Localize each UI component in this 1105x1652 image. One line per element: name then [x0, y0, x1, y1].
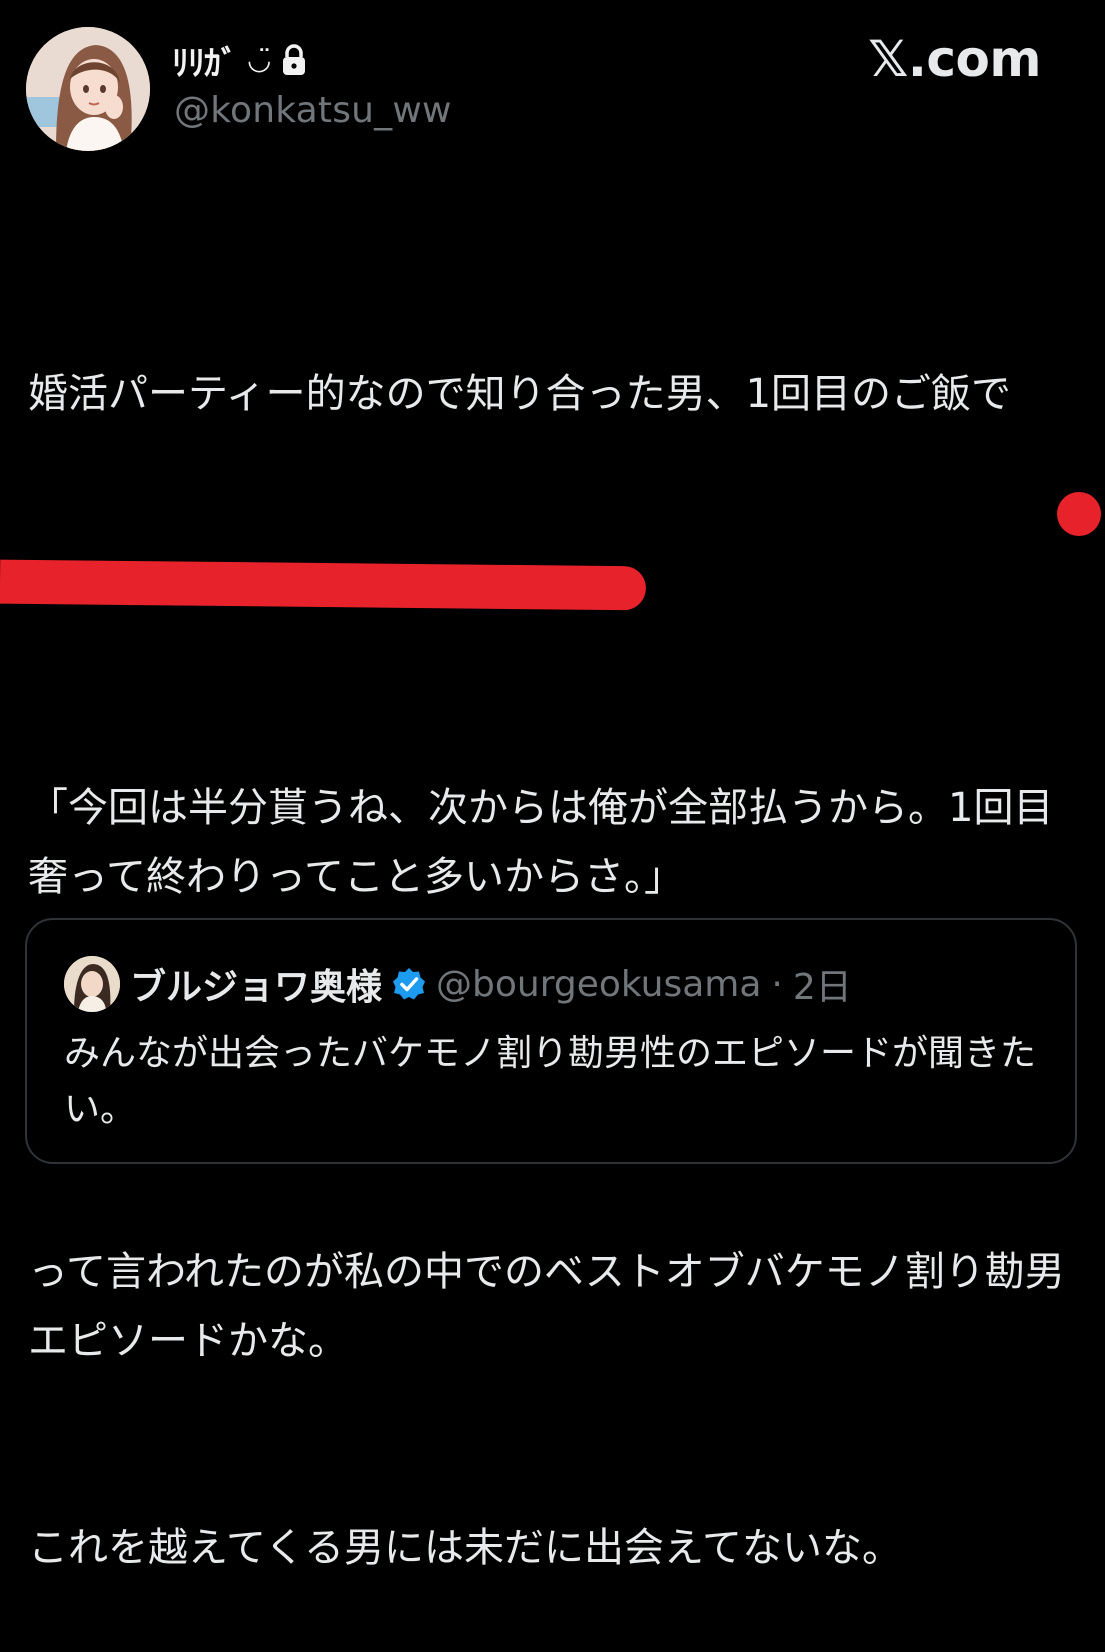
red-dot-annotation: [1057, 492, 1101, 536]
author-avatar[interactable]: [26, 27, 150, 151]
author-name-row: ﾘﾘｶﾞ ◡̈: [172, 36, 307, 84]
author-display-name[interactable]: ﾘﾘｶﾞ: [172, 36, 238, 85]
tweet-line: 「今回は半分貰うね、次からは俺が全部払うから。1回目奢って終わりってこと多いから…: [28, 785, 1054, 900]
separator-dot: ·: [771, 963, 783, 1005]
tweet-line: これを越えてくる男には未だに出会えてないな。: [28, 1525, 902, 1571]
quoted-author-avatar[interactable]: [64, 956, 120, 1012]
avatar-photo-icon: [64, 956, 120, 1012]
verified-badge-icon: [393, 968, 426, 1000]
quoted-timestamp[interactable]: 2日: [793, 958, 852, 1010]
tweet-line: って言われたのが私の中でのベストオブバケモノ割り勘男エピソードかな。: [28, 1249, 1065, 1364]
quoted-tweet-header: ブルジョワ奥様 @bourgeokusama · 2日: [64, 956, 852, 1012]
quoted-tweet-text: みんなが出会ったバケモノ割り勘男性のエピソードが聞きたい。: [64, 1033, 1037, 1130]
quoted-handle[interactable]: @bourgeokusama: [436, 964, 761, 1005]
tweet-line: 婚活パーティー的なので知り合った男、1回目のご飯で: [28, 371, 1012, 417]
x-brand-logo: 𝕏.com: [868, 30, 1041, 88]
quoted-display-name[interactable]: ブルジョワ奥様: [130, 958, 382, 1010]
quoted-tweet-card[interactable]: ブルジョワ奥様 @bourgeokusama · 2日 みんなが出会ったバケモノ割り…: [25, 918, 1077, 1164]
avatar-illustration-icon: [26, 27, 150, 151]
author-handle[interactable]: @konkatsu_ww: [174, 90, 452, 131]
lock-icon: [283, 44, 306, 75]
smile-emoji-icon: ◡̈: [247, 43, 272, 76]
red-underline-annotation: [0, 559, 647, 611]
